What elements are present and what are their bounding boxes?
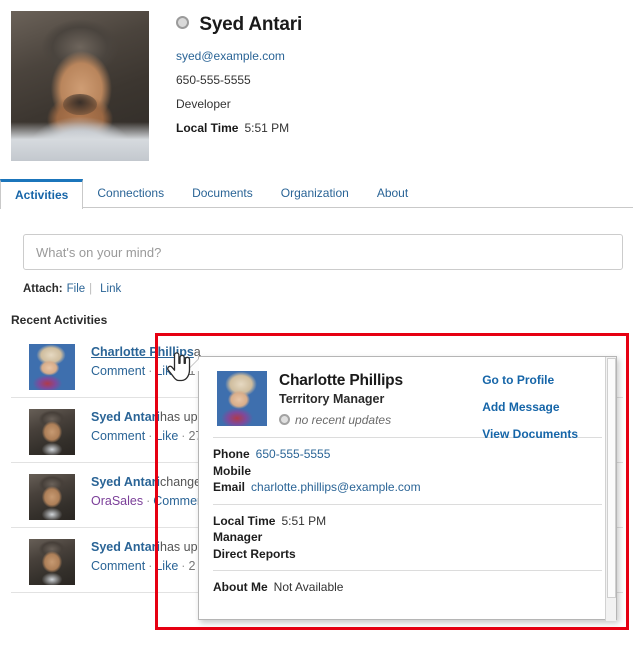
comment-link[interactable]: Comment — [91, 364, 145, 378]
user-photo-syed-antari-image — [29, 539, 75, 585]
profile-email-link[interactable]: syed@example.com — [176, 49, 285, 63]
popup-callout-arrow — [187, 359, 199, 371]
profile-phone: 650-555-5555 — [176, 73, 251, 87]
user-photo-charlotte-phillips-image — [217, 371, 267, 426]
contact-local-time-value: 5:51 PM — [281, 513, 327, 528]
user-photo-charlotte-phillips-image — [29, 344, 75, 390]
contact-card-header: Charlotte Phillips Territory Manager no … — [199, 357, 616, 441]
tab-about[interactable]: About — [363, 179, 422, 208]
contact-phone-label: Phone — [213, 447, 250, 461]
comment-link[interactable]: Comment — [91, 559, 145, 573]
contact-email-row: Email charlotte.phillips@example.com — [213, 479, 602, 496]
like-link[interactable]: Like — [155, 559, 178, 573]
comment-link[interactable]: Commen — [153, 494, 204, 508]
popup-scrollbar[interactable] — [605, 357, 616, 621]
activity-group-link[interactable]: OraSales — [91, 494, 143, 508]
separator-dot: · — [148, 364, 153, 378]
activity-action-text: change — [160, 475, 202, 489]
activity-actor-link[interactable]: Syed Antari — [91, 410, 160, 424]
contact-about-me-value: Not Available — [273, 580, 344, 594]
add-message-link[interactable]: Add Message — [482, 400, 578, 414]
user-photo-syed-antari-image — [29, 474, 75, 520]
contact-mobile-label: Mobile — [213, 463, 251, 478]
contact-card-popup: Charlotte Phillips Territory Manager no … — [187, 356, 617, 621]
tab-organization[interactable]: Organization — [267, 179, 363, 208]
contact-local-time-label: Local Time — [213, 513, 276, 528]
go-to-profile-link[interactable]: Go to Profile — [482, 373, 578, 387]
attach-row: Attach: File | Link — [23, 283, 121, 295]
view-documents-link[interactable]: View Documents — [482, 427, 578, 441]
contact-email-value[interactable]: charlotte.phillips@example.com — [251, 480, 421, 494]
separator-dot: · — [181, 364, 186, 378]
attach-file-link[interactable]: File — [67, 283, 86, 295]
activity-actor-link[interactable]: Charlotte Phillips — [91, 345, 194, 359]
contact-direct-reports-label: Direct Reports — [213, 546, 296, 561]
avatar[interactable] — [29, 344, 75, 390]
user-photo-syed-antari-image — [29, 409, 75, 455]
avatar — [11, 11, 149, 161]
profile-header: Syed Antari syed@example.com 650-555-555… — [0, 0, 633, 176]
profile-local-time-value: 5:51 PM — [244, 121, 290, 135]
profile-local-time-row: Local Time 5:51 PM — [176, 121, 616, 135]
separator-dot: · — [148, 429, 153, 443]
status-text: no recent updates — [295, 413, 392, 427]
separator-dot: · — [148, 559, 153, 573]
contact-manager-row: Manager — [213, 529, 602, 546]
profile-local-time-label: Local Time — [176, 121, 239, 135]
comment-link[interactable]: Comment — [91, 429, 145, 443]
contact-local-time-row: Local Time 5:51 PM — [213, 513, 602, 530]
activity-actor-link[interactable]: Syed Antari — [91, 475, 160, 489]
attach-link-link[interactable]: Link — [100, 283, 121, 295]
contact-direct-reports-row: Direct Reports — [213, 546, 602, 563]
contact-about-me-row: About Me Not Available — [213, 579, 602, 596]
contact-about-me-label: About Me — [213, 580, 268, 594]
avatar[interactable] — [29, 409, 75, 455]
page-title: Syed Antari — [199, 14, 303, 35]
tab-activities[interactable]: Activities — [0, 179, 84, 210]
contact-phone-value[interactable]: 650-555-5555 — [256, 447, 331, 461]
tab-documents[interactable]: Documents — [178, 179, 267, 208]
avatar[interactable] — [29, 474, 75, 520]
profile-summary: Syed Antari syed@example.com 650-555-555… — [176, 14, 616, 135]
composer-input[interactable] — [24, 235, 622, 269]
presence-circle-icon — [279, 414, 290, 426]
avatar[interactable] — [217, 371, 267, 426]
avatar[interactable] — [29, 539, 75, 585]
separator-dot: · — [181, 559, 186, 573]
activity-actor-link[interactable]: Syed Antari — [91, 540, 160, 554]
tab-bar: Activities Connections Documents Organiz… — [0, 179, 633, 210]
contact-manager-label: Manager — [213, 530, 263, 544]
recent-activities-heading: Recent Activities — [11, 313, 108, 327]
profile-email-row: syed@example.com — [176, 49, 616, 63]
contact-card-about-section: About Me Not Available — [213, 570, 602, 604]
attach-separator: | — [89, 283, 93, 295]
presence-circle-icon[interactable] — [176, 15, 189, 29]
like-link[interactable]: Like — [155, 364, 178, 378]
contact-card-org-section: Local Time 5:51 PM Manager Direct Reports — [213, 503, 602, 571]
user-photo-syed-antari-image — [11, 11, 149, 161]
separator-dot: · — [181, 429, 186, 443]
profile-name-row: Syed Antari — [176, 14, 616, 36]
contact-card-actions: Go to Profile Add Message View Documents — [482, 373, 578, 454]
profile-role: Developer — [176, 97, 231, 111]
activity-timestamp: 2 — [188, 559, 196, 573]
contact-mobile-row: Mobile — [213, 463, 602, 480]
composer[interactable] — [23, 234, 623, 270]
like-link[interactable]: Like — [155, 429, 178, 443]
popup-scrollbar-thumb[interactable] — [607, 358, 616, 598]
contact-email-label: Email — [213, 480, 246, 494]
separator-dot: · — [146, 494, 151, 508]
tab-connections[interactable]: Connections — [83, 179, 178, 208]
attach-label: Attach: — [23, 283, 63, 295]
